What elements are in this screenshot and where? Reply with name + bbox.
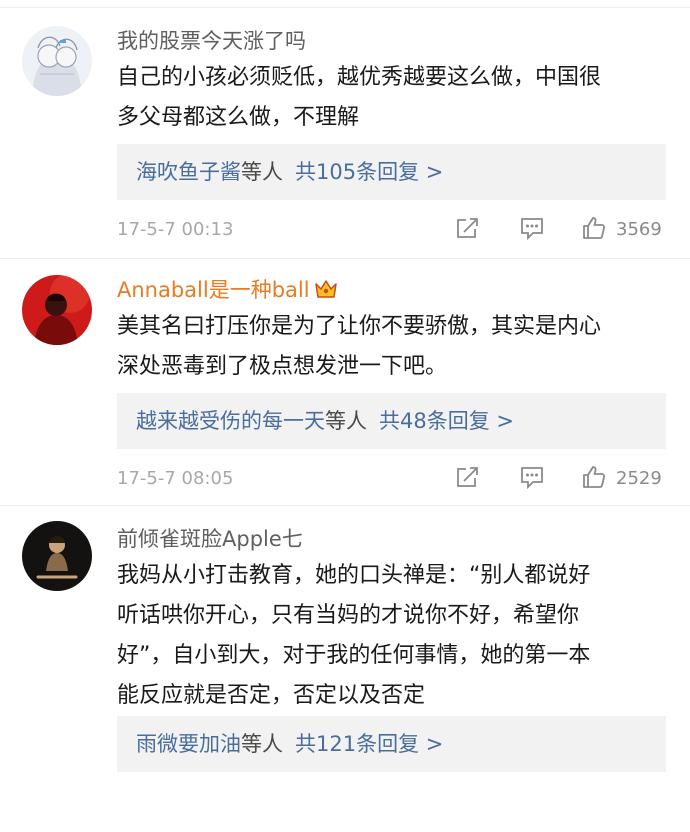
comment-meta: 17-5-7 08:05 2529 [117,464,677,494]
timestamp: 17-5-7 00:13 [117,219,234,240]
comment-text-line: 听话哄你开心，只有当妈的才说你不好，希望你 [117,603,580,628]
reply-summary[interactable]: 海吹鱼子酱等人 共105条回复 > [117,144,666,200]
reply-suffix: 等人 [325,409,367,433]
top-divider [0,7,690,8]
comment-text-line: 能反应就是否定，否定以及否定 [117,683,426,708]
comment-text-line: 美其名曰打压你是为了让你不要骄傲，其实是内心 [117,314,602,339]
reply-suffix: 等人 [241,732,283,756]
comment-text-line: 多父母都这么做，不理解 [117,105,360,130]
reply-count-link[interactable]: 共105条回复 > [295,160,443,184]
username[interactable]: 我的股票今天涨了吗 [117,28,306,54]
share-icon[interactable] [455,215,481,241]
reply-names[interactable]: 海吹鱼子酱 [136,160,241,184]
reply-names[interactable]: 雨微要加油 [136,732,241,756]
avatar[interactable] [22,521,92,591]
reply-suffix: 等人 [241,160,283,184]
like-count: 2529 [616,468,662,489]
reply-summary[interactable]: 雨微要加油等人 共121条回复 > [117,716,666,772]
comment-text: 我妈从小打击教育，她的口头禅是：“别人都说好 听话哄你开心，只有当妈的才说你不好… [117,556,673,716]
divider [0,505,690,506]
like-icon[interactable] [581,215,607,241]
comment-text-line: 自己的小孩必须贬低，越优秀越要这么做，中国很 [117,65,602,90]
divider [0,258,690,259]
share-icon[interactable] [455,464,481,490]
reply-names[interactable]: 越来越受伤的每一天 [136,409,325,433]
like-count: 3569 [616,219,662,240]
comment-icon[interactable] [519,215,545,241]
comment-text-line: 深处恶毒到了极点想发泄一下吧。 [117,354,448,379]
username[interactable]: Annaball是一种ball [117,277,338,303]
username[interactable]: 前倾雀斑脸Apple七 [117,526,303,552]
comment-icon[interactable] [519,464,545,490]
comment-meta: 17-5-7 00:13 3569 [117,215,677,245]
reply-summary[interactable]: 越来越受伤的每一天等人 共48条回复 > [117,393,666,449]
timestamp: 17-5-7 08:05 [117,468,234,489]
comment-text: 自己的小孩必须贬低，越优秀越要这么做，中国很 多父母都这么做，不理解 [117,58,673,138]
reply-count-link[interactable]: 共48条回复 > [379,409,514,433]
like-icon[interactable] [581,464,607,490]
comment-text: 美其名曰打压你是为了让你不要骄傲，其实是内心 深处恶毒到了极点想发泄一下吧。 [117,307,673,387]
reply-count-link[interactable]: 共121条回复 > [295,732,443,756]
comment-text-line: 好”，自小到大，对于我的任何事情，她的第一本 [117,643,591,668]
username-text[interactable]: Annaball是一种ball [117,278,310,302]
comment-text-line: 我妈从小打击教育，她的口头禅是：“别人都说好 [117,563,591,588]
crown-icon [314,278,338,300]
avatar[interactable] [22,275,92,345]
avatar[interactable] [22,26,92,96]
